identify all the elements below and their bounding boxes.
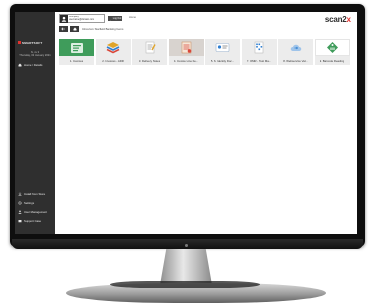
tile-label: 5. 6. Identity Doc... — [210, 58, 235, 63]
id-card-icon — [205, 39, 240, 56]
home-button[interactable] — [70, 26, 79, 32]
sidebar-item-support[interactable]: Support Case — [18, 219, 47, 223]
sidebar-bottom-menu: Install from Store Settings User Managem… — [18, 192, 47, 223]
sidebar-item-label: Home / Details — [24, 63, 43, 67]
tile-barcode-reading[interactable]: 9. Barcode Reading — [314, 39, 350, 65]
cloud-sync-icon — [278, 39, 313, 56]
app-screen: SMARTSOFT hi, sv 3 Thursday, 02 January … — [15, 12, 357, 234]
tile-label: 7. OMR - Test Ma... — [246, 58, 272, 63]
support-icon — [18, 219, 22, 223]
tile-label: 4. Invoice Line Ite... — [173, 58, 199, 63]
tile-label: 2. Invoices - ADR — [102, 58, 124, 63]
home-link[interactable]: Home — [129, 16, 136, 19]
home-icon — [18, 63, 22, 67]
user-details: Company username@domain.com — [68, 16, 94, 22]
sidebar-item-label: Install from Store — [24, 192, 46, 196]
breadcrumb: Inbox/xxx Starfield Banking Items — [59, 26, 123, 32]
stack-icon — [95, 39, 131, 56]
brand-mark-icon — [18, 41, 21, 44]
document-type-grid: 1. Invoices 2. Invoices - ADR 3. Deliver… — [59, 39, 355, 65]
logo-accent: x — [346, 15, 351, 24]
logout-label: Log Out — [112, 17, 122, 20]
logout-button[interactable]: Log Out — [108, 16, 122, 22]
download-icon — [18, 192, 22, 196]
sidebar-item-install[interactable]: Install from Store — [18, 192, 47, 196]
monitor-stand-neck — [160, 249, 212, 285]
logo-word: scan2 — [324, 15, 347, 24]
tile-label: 1. Invoices — [69, 58, 84, 63]
sidebar: SMARTSOFT hi, sv 3 Thursday, 02 January … — [15, 12, 55, 234]
avatar — [60, 14, 68, 23]
tile-label: 3. Delivery Notes — [138, 58, 161, 63]
tile-label: 9. Barcode Reading — [319, 58, 345, 63]
tile-omr-test[interactable]: 7. OMR - Test Ma... — [241, 39, 277, 65]
sidebar-item-label: Support Case — [24, 219, 42, 223]
tile-invoices[interactable]: 1. Invoices — [59, 39, 94, 65]
omr-sheet-icon — [241, 39, 277, 56]
monitor-stand-shadow — [110, 281, 260, 288]
tile-label: 8. Webservice Val... — [283, 58, 308, 63]
tile-invoices-adr[interactable]: 2. Invoices - ADR — [95, 39, 131, 65]
user-account-box[interactable]: Company username@domain.com — [59, 14, 105, 23]
top-bar: Company username@domain.com Log Out Home… — [55, 12, 357, 34]
tile-webservice-validation[interactable]: 8. Webservice Val... — [278, 39, 313, 65]
monitor-mockup: SMARTSOFT hi, sv 3 Thursday, 02 January … — [0, 0, 371, 306]
gear-icon — [18, 201, 22, 205]
user-email: username@domain.com — [69, 18, 95, 21]
date-line: Thursday, 02 January 2021 — [19, 54, 51, 58]
sidebar-item-settings[interactable]: Settings — [18, 201, 47, 205]
invoice-lines-icon — [168, 39, 204, 56]
sidebar-item-user-management[interactable]: User Management — [18, 210, 47, 214]
brand-text: SMARTSOFT — [22, 40, 43, 45]
barcode-tag-icon — [314, 39, 350, 56]
breadcrumb-path: Inbox/xxx Starfield Banking Items — [82, 27, 124, 31]
back-button[interactable] — [59, 26, 68, 32]
sidebar-item-home[interactable]: Home / Details — [18, 63, 42, 67]
tile-identity-documents[interactable]: 5. 6. Identity Doc... — [205, 39, 240, 65]
brand-logo: SMARTSOFT — [18, 40, 54, 45]
tile-delivery-notes[interactable]: 3. Delivery Notes — [132, 39, 167, 65]
user-icon — [18, 210, 22, 214]
app-logo: scan2 x — [325, 15, 351, 24]
main-content: 1. Invoices 2. Invoices - ADR 3. Deliver… — [55, 34, 357, 234]
power-led — [185, 244, 188, 247]
invoice-icon — [59, 39, 94, 56]
sidebar-item-label: Settings — [24, 201, 35, 205]
notepad-icon — [132, 39, 167, 56]
tile-invoice-line-items[interactable]: 4. Invoice Line Ite... — [168, 39, 204, 65]
sidebar-item-label: User Management — [24, 210, 48, 214]
user-greeting: hi, sv 3 Thursday, 02 January 2021 — [17, 51, 53, 58]
